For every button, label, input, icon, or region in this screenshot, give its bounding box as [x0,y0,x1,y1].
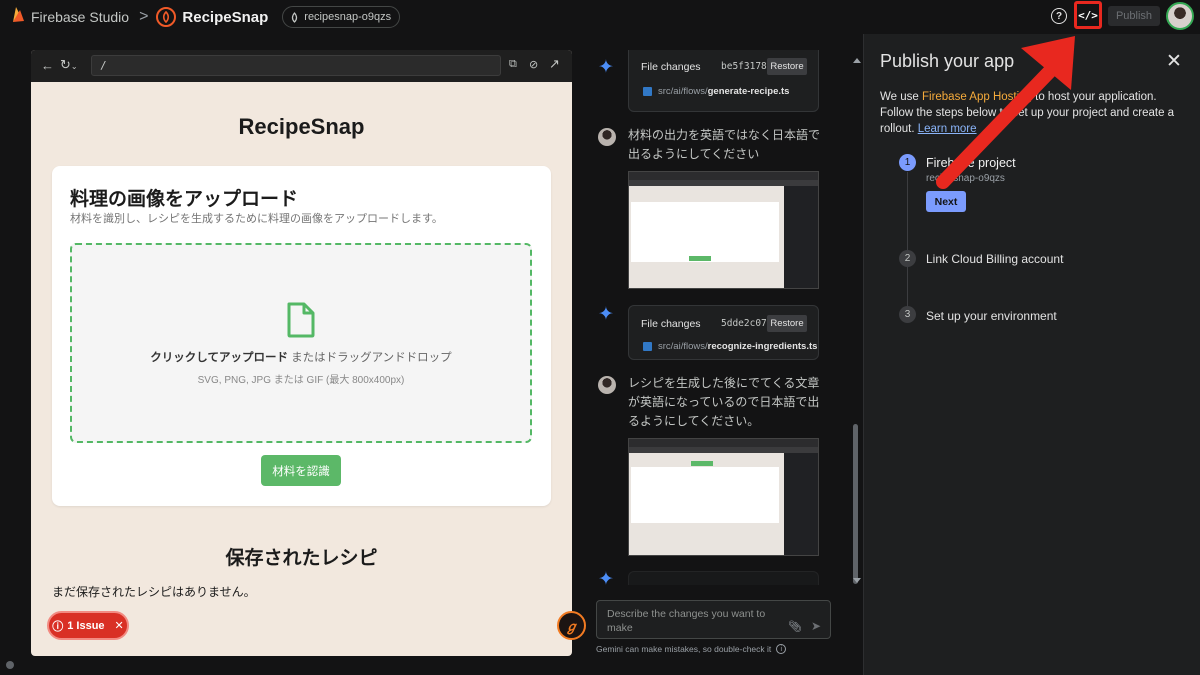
publish-description: We use Firebase App Hosting to host your… [880,89,1180,137]
prompt-placeholder: Describe the changes you want to make [607,608,766,634]
user-avatar[interactable] [1166,2,1194,30]
next-button[interactable]: Next [926,191,966,212]
click-to-upload-text: クリックしてアップロード [150,352,288,364]
scroll-down-icon[interactable] [853,578,861,583]
top-bar: Firebase Studio > RecipeSnap recipesnap-… [0,0,1200,34]
dropzone-format-hint: SVG, PNG, JPG または GIF (最大 800x400px) [197,375,405,386]
gemini-spark-icon: ✦ [598,57,614,78]
dropzone-text: クリックしてアップロード またはドラッグアンドドロップ [72,349,530,365]
restore-button[interactable]: Restore [767,58,807,75]
user-avatar-small [598,376,616,394]
device-preview-icon[interactable]: ⧉ [509,58,517,71]
preview-toolbar: ← ↻⌄ / ⧉ ⊘ ↗ [31,50,572,82]
gemini-spark-icon: ✦ [598,569,614,585]
step-project-id: recipesnap-o9qzs [926,173,1005,184]
step-link-billing[interactable]: Link Cloud Billing account [926,252,1063,266]
send-icon[interactable]: ➤ [811,619,821,633]
flame-icon [292,11,298,23]
file-changes-label: File changes [641,318,701,330]
url-input[interactable]: / [91,55,501,76]
user-avatar-small [598,128,616,146]
back-arrow-icon[interactable]: ← [41,58,54,73]
file-path: src/ai/flows/ [658,86,708,97]
project-chip[interactable]: recipesnap-o9qzs [282,6,401,28]
upload-title: 料理の画像をアップロード [70,189,299,210]
changed-file-link[interactable]: src/ai/flows/recognize-ingredients.ts [643,341,817,352]
step-number: 3 [899,306,916,323]
file-name: recognize-ingredients.ts [707,341,818,352]
publish-panel: Publish your app ✕ We use Firebase App H… [863,34,1200,675]
commit-hash: 5dde2c07 [721,318,767,329]
upload-card: 料理の画像をアップロード 材料を識別し、レシピを生成するために料理の画像をアップ… [52,166,551,506]
step-firebase-project[interactable]: Firebase project [926,156,1016,170]
file-changes-card: File changes be5f3178 Restore src/ai/flo… [628,50,819,112]
app-logo-icon [156,7,177,27]
close-icon[interactable]: ✕ [1166,50,1182,73]
link-icon[interactable]: ⊘ [529,58,538,71]
file-name: generate-recipe.ts [707,86,790,97]
file-changes-label: File changes [641,61,701,73]
app-preview: ← ↻⌄ / ⧉ ⊘ ↗ RecipeSnap 料理の画像をアップロード 材料を… [31,50,572,656]
prompt-input[interactable]: Describe the changes you want to make 📎︎… [596,600,831,639]
code-view-button[interactable]: </> [1074,1,1102,29]
close-icon[interactable]: ✕ [115,619,124,632]
commit-hash: be5f3178 [721,61,767,72]
firebase-logo-icon [12,6,25,28]
breadcrumb-chevron-icon: > [139,8,149,25]
scrollbar-thumb[interactable] [853,424,858,584]
desc-text: We use [880,91,922,103]
saved-recipes-title: 保存されたレシピ [225,548,378,569]
issue-label: 1 Issue [67,619,105,632]
chat-scrollbar[interactable] [851,57,860,585]
stepper-line [907,172,908,318]
recognize-ingredients-button[interactable]: 材料を認識 [261,455,341,486]
firebase-studio-brand[interactable]: Firebase Studio [12,6,129,28]
paperclip-icon[interactable]: 📎︎ [788,620,802,633]
user-message: レシピを生成した後にでてくる文章が英語になっているので日本語で出るようにしてくだ… [628,376,820,428]
reload-icon[interactable]: ↻⌄ [60,57,78,73]
app-hosting-link[interactable]: Firebase App Hosting [922,91,1032,103]
scroll-up-icon[interactable] [853,58,861,63]
brand-name: Firebase Studio [31,9,130,25]
gemini-logo-icon[interactable]: ℊ [557,611,586,640]
upload-description: 材料を識別し、レシピを生成するために料理の画像をアップロードします。 [70,213,443,225]
status-dot [6,661,14,669]
issue-badge-button[interactable]: ⓘ 1 Issue ✕ [47,611,129,640]
file-icon [286,302,316,343]
gemini-spark-icon: ✦ [598,304,614,325]
typescript-file-icon [643,342,652,351]
error-icon: ⓘ [52,620,64,633]
file-changes-card: File changes 5dde2c07 Restore src/ai/flo… [628,305,819,360]
publish-button[interactable]: Publish [1108,6,1160,26]
publish-panel-title: Publish your app [880,51,1015,71]
step-number: 1 [899,154,916,171]
page-title: RecipeSnap [238,114,365,139]
gemini-disclaimer: Gemini can make mistakes, so double-chec… [596,644,787,654]
drag-drop-text: またはドラッグアンドドロップ [287,352,452,364]
typescript-file-icon [643,87,652,96]
project-id: recipesnap-o9qzs [304,11,392,23]
step-number: 2 [899,250,916,267]
learn-more-link[interactable]: Learn more [918,123,977,135]
image-dropzone[interactable]: クリックしてアップロード またはドラッグアンドドロップ SVG, PNG, JP… [70,243,532,443]
changed-file-link[interactable]: src/ai/flows/generate-recipe.ts [643,86,789,97]
step-setup-environment[interactable]: Set up your environment [926,309,1057,323]
restore-button[interactable]: Restore [767,315,807,332]
file-path: src/ai/flows/ [658,341,708,352]
help-icon[interactable]: ? [1051,8,1067,24]
attached-screenshot[interactable] [628,438,819,556]
app-name[interactable]: RecipeSnap [182,9,268,26]
user-message: 材料の出力を英語ではなく日本語で出るようにしてください [628,128,821,161]
attached-screenshot[interactable] [628,171,819,289]
file-changes-card [628,571,819,585]
open-external-icon[interactable]: ↗ [549,56,560,72]
info-icon[interactable]: i [776,644,787,654]
disclaimer-text: Gemini can make mistakes, so double-chec… [596,644,772,654]
chat-history[interactable]: ✦ File changes be5f3178 Restore src/ai/f… [592,50,847,585]
saved-recipes-empty: まだ保存されたレシピはありません。 [52,585,256,599]
